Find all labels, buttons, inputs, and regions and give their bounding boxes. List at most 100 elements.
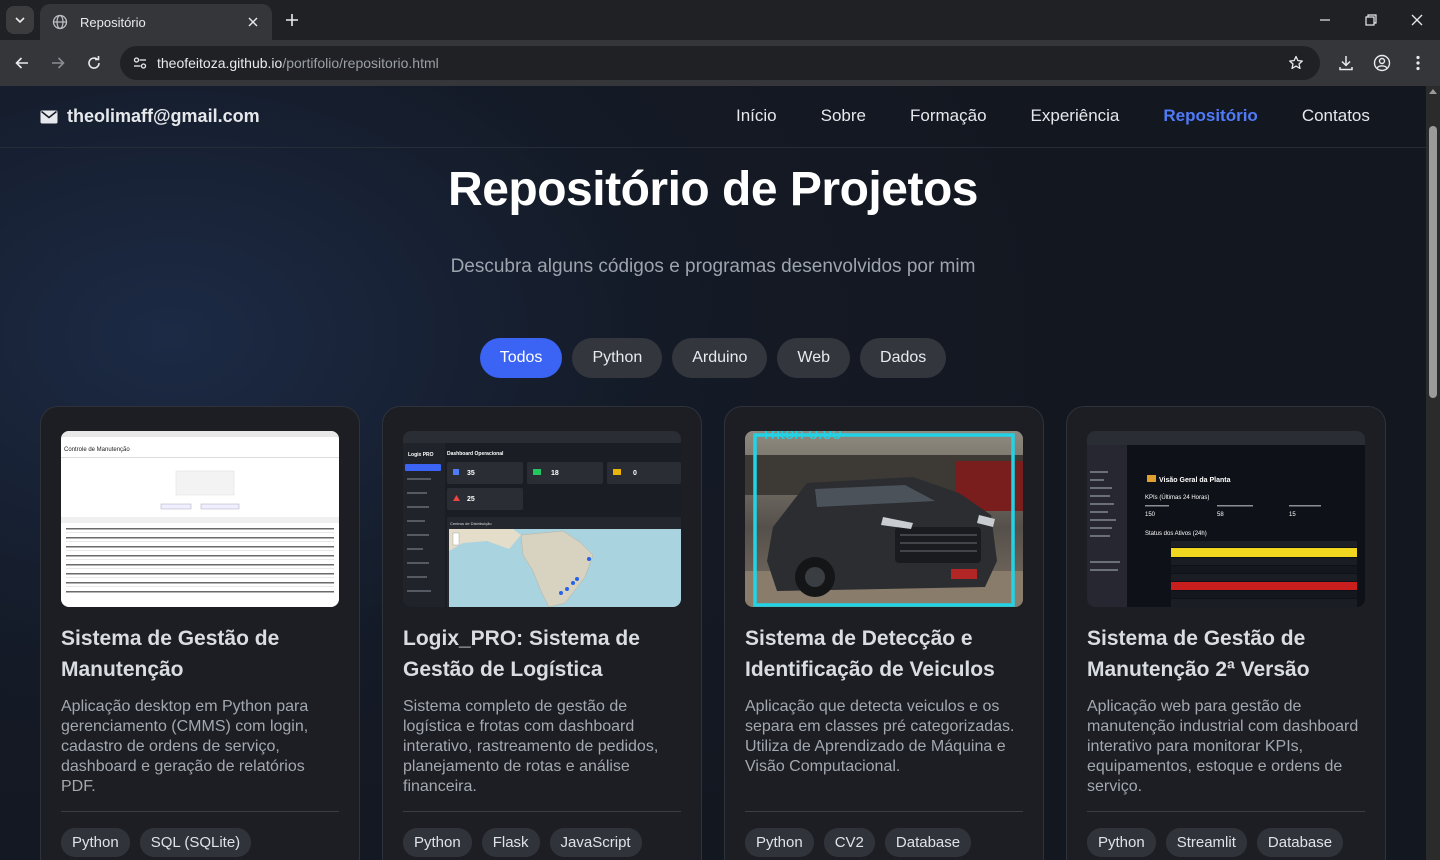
thumb-brand: Logix PRO	[408, 452, 434, 458]
filter-bar: Todos Python Arduino Web Dados	[0, 338, 1426, 378]
tag-list: Python SQL (SQLite)	[61, 828, 339, 857]
nav-formacao[interactable]: Formação	[910, 106, 987, 126]
project-description: Aplicação que detecta veiculos e os sepa…	[745, 698, 1015, 775]
site-info-icon[interactable]	[128, 51, 152, 75]
tag-list: Python CV2 Database	[745, 828, 1023, 857]
restore-icon	[1365, 14, 1377, 26]
new-tab-button[interactable]	[280, 8, 304, 32]
nav-sobre[interactable]: Sobre	[821, 106, 866, 126]
card-divider	[745, 811, 1023, 812]
project-title: Sistema de Detecção e Identificação de V…	[745, 627, 995, 681]
thumb-kpi: 58	[1217, 512, 1224, 518]
arrow-right-icon	[52, 57, 65, 69]
tab-close-icon[interactable]	[244, 13, 262, 31]
restore-button[interactable]	[1357, 6, 1385, 34]
detection-label: Triton 0.90	[761, 431, 842, 443]
project-card[interactable]: Triton 0.90 Sistema de Detecção e Identi…	[724, 406, 1044, 860]
tag: Python	[1087, 828, 1156, 857]
profile-icon	[1373, 54, 1391, 72]
thumb-heading: Controle de Manutenção	[64, 447, 130, 453]
thumb-stat: 0	[633, 470, 637, 477]
project-card[interactable]: Controle de Manutenção Sistema de Gestão…	[40, 406, 360, 860]
minimize-icon	[1320, 19, 1330, 21]
browser-toolbar: theofeitoza.github.io/portifolio/reposit…	[0, 40, 1440, 86]
tag: Python	[403, 828, 472, 857]
downloads-button[interactable]	[1332, 49, 1360, 77]
reload-button[interactable]	[80, 49, 108, 77]
project-card[interactable]: Visão Geral da Planta KPIs (Últimas 24 H…	[1066, 406, 1386, 860]
tag: CV2	[823, 828, 875, 857]
close-window-button[interactable]	[1403, 6, 1431, 34]
tag: Flask	[481, 828, 540, 857]
filter-web[interactable]: Web	[777, 338, 851, 378]
project-thumbnail-cmms: Controle de Manutenção	[61, 431, 339, 607]
project-card[interactable]: Logix PRO Dashboard Operacional 35 18 0 …	[382, 406, 702, 860]
project-description: Aplicação web para gestão de manutenção …	[1087, 698, 1359, 795]
nav-contatos[interactable]: Contatos	[1302, 106, 1370, 126]
browser-tabbar: Repositório	[0, 0, 1440, 40]
tag-list: Python Streamlit Database	[1087, 828, 1365, 857]
tag: Python	[61, 828, 130, 857]
globe-icon	[52, 14, 68, 30]
project-title: Logix_PRO: Sistema de Gestão de Logístic…	[403, 627, 640, 681]
page-viewport: theolimaff@gmail.com Início Sobre Formaç…	[0, 86, 1426, 860]
project-description: Sistema completo de gestão de logística …	[403, 698, 659, 795]
filter-python[interactable]: Python	[572, 338, 663, 378]
scroll-thumb[interactable]	[1429, 126, 1437, 398]
bookmark-star-icon[interactable]	[1284, 51, 1308, 75]
chevron-down-icon	[15, 17, 25, 24]
thumb-kpi: 15	[1289, 512, 1296, 518]
url-path: /portifolio/repositorio.html	[282, 55, 439, 71]
thumb-stat: 18	[551, 470, 559, 477]
project-thumbnail-cmms-v2: Visão Geral da Planta KPIs (Últimas 24 H…	[1087, 431, 1365, 607]
contact-email-link[interactable]: theolimaff@gmail.com	[40, 106, 260, 127]
nav-repositorio[interactable]: Repositório	[1163, 106, 1257, 126]
thumb-heading: Visão Geral da Planta	[1159, 477, 1231, 484]
card-divider	[1087, 811, 1365, 812]
project-thumbnail-logix: Logix PRO Dashboard Operacional 35 18 0 …	[403, 431, 681, 607]
card-divider	[61, 811, 339, 812]
thumb-stat: 25	[467, 496, 475, 503]
filter-todos[interactable]: Todos	[479, 338, 563, 378]
thumb-stat: 35	[467, 470, 475, 477]
tag: Python	[745, 828, 814, 857]
url-host: theofeitoza.github.io	[157, 55, 283, 71]
forward-button[interactable]	[44, 49, 72, 77]
page-subtitle: Descubra alguns códigos e programas dese…	[450, 256, 976, 277]
tab-search-button[interactable]	[6, 6, 34, 34]
reload-icon	[88, 56, 100, 69]
filter-arduino[interactable]: Arduino	[672, 338, 768, 378]
tab-title: Repositório	[80, 14, 146, 30]
project-title: Sistema de Gestão de Manutenção	[61, 627, 280, 681]
thumb-heading: Dashboard Operacional	[447, 451, 504, 457]
tag: SQL (SQLite)	[139, 828, 252, 857]
back-button[interactable]	[8, 49, 36, 77]
minimize-button[interactable]	[1311, 6, 1339, 34]
tag: Database	[1256, 828, 1344, 857]
project-grid: Controle de Manutenção Sistema de Gestão…	[40, 406, 1386, 860]
thumb-kpi-label: KPIs (Últimas 24 Horas)	[1145, 494, 1209, 501]
nav-inicio[interactable]: Início	[736, 106, 777, 126]
card-divider	[403, 811, 681, 812]
filter-dados[interactable]: Dados	[860, 338, 947, 378]
thumb-kpi: 150	[1145, 512, 1156, 518]
project-title: Sistema de Gestão de Manutenção 2ª Versã…	[1087, 627, 1310, 681]
project-description: Aplicação desktop em Python para gerenci…	[61, 698, 309, 795]
page-scrollbar[interactable]	[1426, 86, 1440, 860]
thumb-map-label: Centros de Distribuição	[450, 521, 492, 526]
address-bar[interactable]: theofeitoza.github.io/portifolio/reposit…	[120, 46, 1320, 80]
kebab-menu-icon	[1416, 55, 1420, 71]
profile-button[interactable]	[1368, 49, 1396, 77]
browser-tab-active[interactable]: Repositório	[40, 4, 272, 40]
menu-button[interactable]	[1404, 49, 1432, 77]
tag-list: Python Flask JavaScript	[403, 828, 681, 857]
scroll-up-arrow-icon[interactable]	[1429, 89, 1437, 94]
tag: Streamlit	[1165, 828, 1247, 857]
contact-email: theolimaff@gmail.com	[67, 106, 260, 126]
project-thumbnail-vehicle-detection: Triton 0.90	[745, 431, 1023, 607]
nav-experiencia[interactable]: Experiência	[1031, 106, 1120, 126]
arrow-left-icon	[15, 57, 28, 69]
page-title: Repositório de Projetos	[448, 163, 978, 216]
main-nav: Início Sobre Formação Experiência Reposi…	[736, 106, 1414, 126]
url-text: theofeitoza.github.io/portifolio/reposit…	[157, 55, 439, 71]
